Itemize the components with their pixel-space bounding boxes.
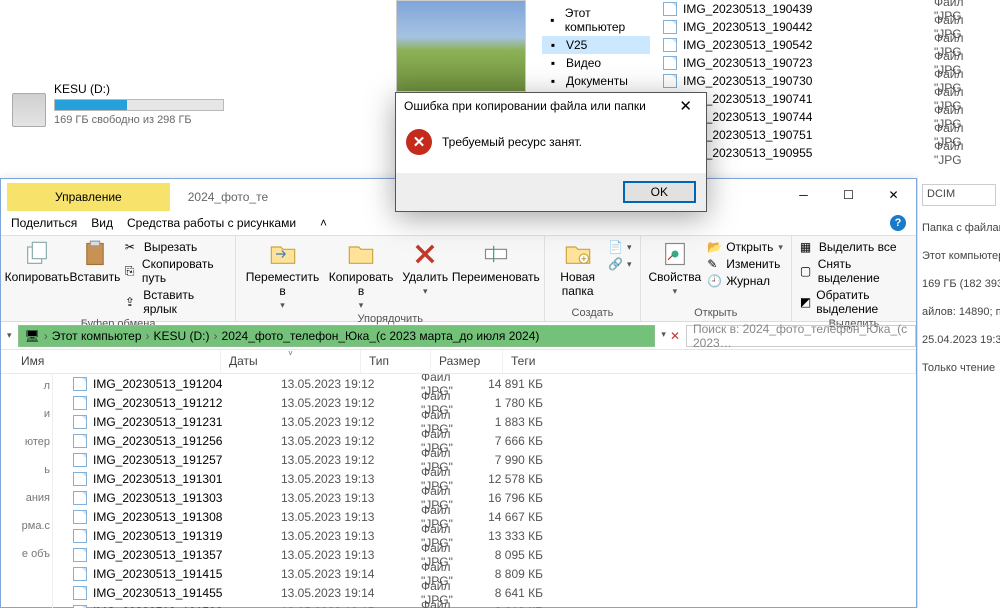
details-title: DCIM [922,184,996,206]
file-row[interactable]: IMG_20230513_19130113.05.2023 19:13Файл … [53,469,916,488]
background-nav-pane: ▪Этот компьютер▪V25▪Видео▪Документы [538,0,654,94]
select-all-button[interactable]: ▦Выделить все [800,240,908,254]
cut-button[interactable]: ✂Вырезать [125,240,227,254]
sort-indicator-icon: ˅ [288,349,293,358]
ribbon: Копировать Вставить ✂Вырезать ⎘Скопирова… [1,236,916,322]
column-headers[interactable]: Имя ˅Даты Тип Размер Теги [1,350,916,374]
close-button[interactable]: ✕ [871,181,916,209]
search-input[interactable]: Поиск в: 2024_фото_телефон_Юка_(с 2023… [686,325,916,347]
ribbon-tab-share[interactable]: Поделиться [11,216,77,230]
file-icon [73,529,87,543]
help-icon[interactable]: ? [890,215,906,231]
new-item-button[interactable]: 📄▾ [608,240,632,254]
file-row[interactable]: IMG_20230513_19125613.05.2023 19:12Файл … [53,431,916,450]
file-icon [663,20,677,34]
pc-icon: 🖥 [25,329,40,343]
file-row[interactable]: IMG_20230513_19131913.05.2023 19:13Файл … [53,526,916,545]
new-folder-button[interactable]: Новая папка [553,240,602,298]
address-dropdown-icon[interactable]: ▾ [661,329,666,343]
file-row[interactable]: IMG_20230513_19130313.05.2023 19:13Файл … [53,488,916,507]
nav-tree-edge[interactable]: лиютерьаниярма.се объ [1,374,53,608]
file-row[interactable]: IMG_20230513_19135713.05.2023 19:13Файл … [53,545,916,564]
file-icon [73,491,87,505]
file-icon [73,605,87,608]
drive-usage-bar [54,99,224,111]
drive-name: KESU (D:) [54,82,224,96]
file-row[interactable]: IMG_20230513_19145513.05.2023 19:14Файл … [53,583,916,602]
breadcrumb-segment[interactable]: KESU (D:) [154,329,210,343]
file-row[interactable]: IMG_20230513_19121213.05.2023 19:12Файл … [53,393,916,412]
bg-file-row[interactable]: IMG_20230513_190955Файл "JPG [657,144,1000,162]
dialog-message: Требуемый ресурс занят. [442,135,582,149]
bg-nav-item[interactable]: ▪Видео [542,54,650,72]
file-row[interactable]: IMG_20230513_19150613.05.2023 19:15Файл … [53,602,916,608]
ribbon-tab-strip: Поделиться Вид Средства работы с рисунка… [1,211,916,236]
title-contextual-tab[interactable]: Управление [7,183,170,211]
breadcrumb-segment[interactable]: Этот компьютер [52,329,142,343]
file-row[interactable]: IMG_20230513_19120413.05.2023 19:12Файл … [53,374,916,393]
stop-icon[interactable]: ✕ [670,329,680,343]
file-list: IMG_20230513_19120413.05.2023 19:12Файл … [53,374,916,608]
file-icon [73,415,87,429]
file-row[interactable]: IMG_20230513_19123113.05.2023 19:12Файл … [53,412,916,431]
file-icon [73,567,87,581]
history-button[interactable]: 🕘Журнал [707,274,783,288]
copy-to-button[interactable]: Копировать в▾ [327,240,395,311]
deselect-button[interactable]: ▢Снять выделение [800,257,908,285]
minimize-button[interactable]: ─ [781,181,826,209]
bg-nav-item[interactable]: ▪Этот компьютер [542,4,650,36]
edit-button[interactable]: ✎Изменить [707,257,783,271]
address-bar: ▾ 🖥›Этот компьютер›KESU (D:)›2024_фото_т… [1,322,916,350]
file-icon [73,586,87,600]
file-row[interactable]: IMG_20230513_19141513.05.2023 19:14Файл … [53,564,916,583]
paste-shortcut-button[interactable]: ⇪Вставить ярлык [125,288,227,316]
open-button[interactable]: 📂Открыть▾ [707,240,783,254]
ribbon-tab-view[interactable]: Вид [91,216,113,230]
breadcrumb[interactable]: 🖥›Этот компьютер›KESU (D:)›2024_фото_тел… [18,325,656,347]
bg-nav-item[interactable]: ▪V25 [542,36,650,54]
file-icon [73,453,87,467]
ribbon-tab-picture-tools[interactable]: Средства работы с рисунками [127,216,296,230]
file-row[interactable]: IMG_20230513_19125713.05.2023 19:12Файл … [53,450,916,469]
hdd-icon [12,93,46,127]
copy-path-button[interactable]: ⎘Скопировать путь [125,257,227,285]
file-icon [73,510,87,524]
file-icon [73,472,87,486]
bg-nav-item[interactable]: ▪Документы [542,72,650,90]
ribbon-collapse-icon[interactable]: ˄ [320,216,327,230]
delete-button[interactable]: Удалить▾ [401,240,449,297]
error-icon: ✕ [406,129,432,155]
dialog-close-button[interactable]: ✕ [673,97,698,115]
error-dialog: Ошибка при копировании файла или папки ✕… [395,92,707,212]
properties-button[interactable]: Свойства▾ [649,240,702,297]
breadcrumb-segment[interactable]: 2024_фото_телефон_Юка_(с 2023 марта_до и… [222,329,540,343]
file-icon [663,74,677,88]
explorer-window: Управление 2024_фото_те ─ ☐ ✕ Поделиться… [0,178,917,608]
drive-tile[interactable]: KESU (D:) 169 ГБ свободно из 298 ГБ [12,82,224,138]
dialog-ok-button[interactable]: OK [623,181,696,203]
dialog-title: Ошибка при копировании файла или папки [404,99,646,113]
maximize-button[interactable]: ☐ [826,181,871,209]
file-icon [73,434,87,448]
file-row[interactable]: IMG_20230513_19130813.05.2023 19:13Файл … [53,507,916,526]
file-icon [73,377,87,391]
move-to-button[interactable]: Переместить в▾ [244,240,321,311]
copy-button[interactable]: Копировать [9,240,65,284]
easy-access-button[interactable]: 🔗▾ [608,257,632,271]
nav-down-icon[interactable]: ▾ [7,330,12,341]
file-icon [73,396,87,410]
file-icon [663,2,677,16]
background-thumbnail [396,0,526,92]
background-file-list: IMG_20230513_190439Файл "JPGIMG_20230513… [657,0,1000,162]
file-icon [663,56,677,70]
invert-selection-button[interactable]: ◩Обратить выделение [800,288,908,316]
rename-button[interactable]: Переименовать [455,240,536,284]
file-icon [663,38,677,52]
details-pane: DCIM Папка с файлами Этот компьютер\ 169… [917,178,1000,608]
drive-free-text: 169 ГБ свободно из 298 ГБ [54,114,224,126]
window-title: 2024_фото_те [170,183,286,211]
file-icon [73,548,87,562]
paste-button[interactable]: Вставить [71,240,119,284]
